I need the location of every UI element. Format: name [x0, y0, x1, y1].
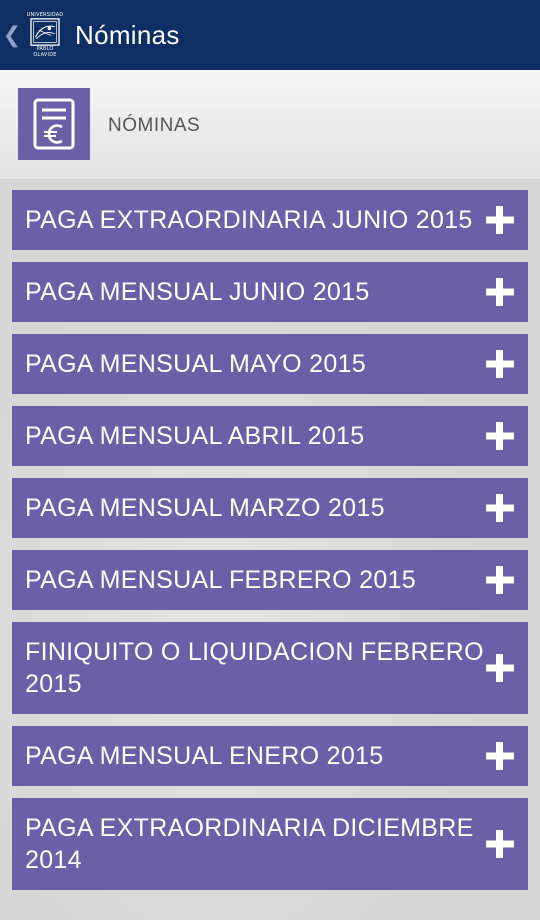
plus-icon[interactable]	[484, 564, 516, 596]
document-euro-icon	[33, 98, 75, 150]
plus-icon[interactable]	[484, 420, 516, 452]
payroll-list-item[interactable]: PAGA MENSUAL MARZO 2015	[12, 478, 528, 538]
payroll-item-label: PAGA MENSUAL ENERO 2015	[25, 742, 384, 770]
payroll-item-label: PAGA EXTRAORDINARIA JUNIO 2015	[25, 206, 473, 234]
plus-icon[interactable]	[484, 204, 516, 236]
payroll-item-label: PAGA MENSUAL MARZO 2015	[25, 494, 385, 522]
payroll-list-area[interactable]: PAGA EXTRAORDINARIA JUNIO 2015 PAGA MENSU…	[0, 180, 540, 920]
logo-bottom-text: PABLO OLAVIDE	[33, 46, 57, 58]
payroll-list-item[interactable]: PAGA EXTRAORDINARIA JUNIO 2015	[12, 190, 528, 250]
app-bar-title: Nóminas	[75, 19, 180, 50]
payroll-item-label: PAGA MENSUAL FEBRERO 2015	[25, 566, 416, 594]
payroll-list-item[interactable]: PAGA MENSUAL ABRIL 2015	[12, 406, 528, 466]
payroll-list-item[interactable]: PAGA EXTRAORDINARIA DICIEMBRE 2014	[12, 798, 528, 890]
payroll-list-item[interactable]: PAGA MENSUAL FEBRERO 2015	[12, 550, 528, 610]
payroll-list: PAGA EXTRAORDINARIA JUNIO 2015 PAGA MENSU…	[12, 190, 528, 902]
back-chevron-icon[interactable]: ❮	[2, 0, 22, 70]
plus-icon[interactable]	[484, 828, 516, 860]
payroll-list-item[interactable]: PAGA MENSUAL MAYO 2015	[12, 334, 528, 394]
plus-icon[interactable]	[484, 652, 516, 684]
payroll-item-label: PAGA MENSUAL MAYO 2015	[25, 350, 366, 378]
university-seal-icon	[30, 18, 60, 46]
university-logo[interactable]: UNIVERSIDAD PABLO OLAVIDE	[24, 12, 66, 58]
payroll-list-item[interactable]: PAGA MENSUAL ENERO 2015	[12, 726, 528, 786]
plus-icon[interactable]	[484, 492, 516, 524]
payroll-item-label: PAGA EXTRAORDINARIA DICIEMBRE 2014	[25, 814, 474, 874]
plus-icon[interactable]	[484, 276, 516, 308]
payroll-list-item[interactable]: PAGA MENSUAL JUNIO 2015	[12, 262, 528, 322]
payroll-list-item[interactable]: FINIQUITO O LIQUIDACION FEBRERO 2015	[12, 622, 528, 714]
payroll-item-label: PAGA MENSUAL ABRIL 2015	[25, 422, 365, 450]
section-title: NÓMINAS	[108, 115, 201, 136]
section-header: NÓMINAS	[0, 70, 540, 180]
payroll-item-label: PAGA MENSUAL JUNIO 2015	[25, 278, 370, 306]
app-bar: ❮ UNIVERSIDAD PABLO OLAVIDE Nóminas	[0, 0, 540, 70]
plus-icon[interactable]	[484, 740, 516, 772]
payroll-item-label: FINIQUITO O LIQUIDACION FEBRERO 2015	[25, 638, 484, 698]
payslip-euro-icon	[18, 88, 90, 160]
plus-icon[interactable]	[484, 348, 516, 380]
